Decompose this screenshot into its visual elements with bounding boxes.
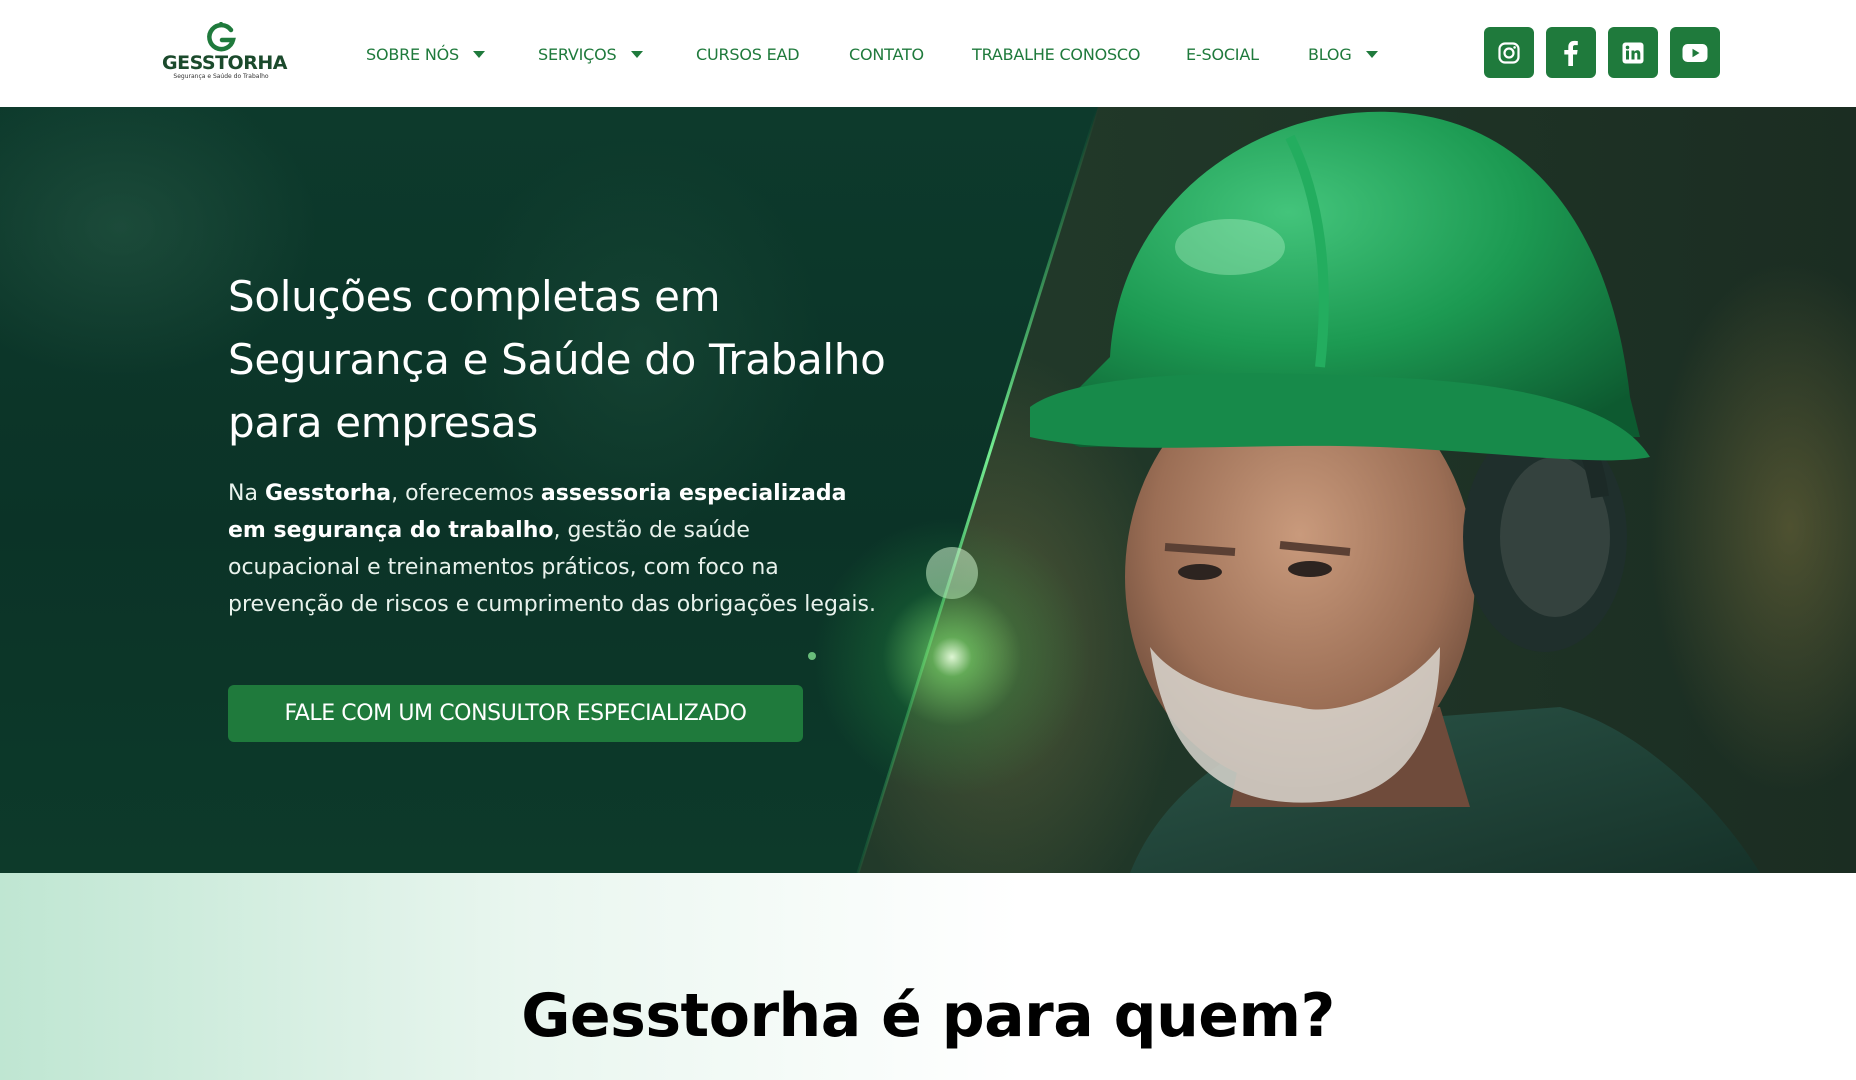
hero-title-line-3: para empresas [228, 398, 538, 447]
caret-down-icon [472, 50, 485, 58]
nav-label: SOBRE NÓS [366, 44, 459, 64]
instagram-button[interactable] [1484, 27, 1534, 78]
hero-title-line-1: Soluções completas em [228, 272, 721, 321]
nav-label: CONTATO [849, 44, 924, 64]
youtube-button[interactable] [1670, 27, 1720, 78]
facebook-icon [1564, 40, 1578, 66]
audience-section: Gesstorha é para quem? [0, 873, 1856, 1080]
audience-heading-brand: Gesstorha [521, 981, 861, 1051]
caret-down-icon [630, 50, 643, 58]
hero-text-brand: Gesstorha [264, 481, 392, 506]
caret-down-icon [1365, 50, 1378, 58]
nav-label: TRABALHE CONOSCO [972, 44, 1141, 64]
nav-item-cursos-ead[interactable]: CURSOS EAD [696, 40, 800, 68]
facebook-button[interactable] [1546, 27, 1596, 78]
nav-label: CURSOS EAD [696, 44, 800, 64]
audience-heading-rest: é para quem? [860, 981, 1335, 1051]
nav-item-blog[interactable]: BLOG [1308, 40, 1378, 68]
audience-heading: Gesstorha é para quem? [0, 981, 1856, 1051]
logo-tagline: Segurança e Saúde do Trabalho [173, 73, 269, 80]
nav-item-sobre-nos[interactable]: SOBRE NÓS [366, 40, 485, 68]
contact-consultant-button[interactable]: FALE COM UM CONSULTOR ESPECIALIZADO [228, 685, 803, 742]
linkedin-icon [1622, 42, 1644, 63]
gesstorha-logo[interactable]: GESSTORHA Segurança e Saúde do Trabalho [162, 22, 287, 82]
nav-item-trabalhe-conosco[interactable]: TRABALHE CONOSCO [972, 40, 1141, 68]
nav-label: SERVIÇOS [538, 44, 617, 64]
hero-title-line-2: Segurança e Saúde do Trabalho [228, 335, 886, 384]
site-header: GESSTORHA Segurança e Saúde do Trabalho … [0, 0, 1856, 107]
youtube-icon [1682, 43, 1708, 62]
hero-section: Soluções completas em Segurança e Saúde … [0, 107, 1856, 873]
linkedin-button[interactable] [1608, 27, 1658, 78]
instagram-icon [1498, 41, 1520, 64]
nav-label: E-SOCIAL [1186, 44, 1259, 64]
logo-name: GESSTORHA [162, 52, 287, 74]
nav-label: BLOG [1308, 44, 1352, 64]
hero-description: Na Gesstorha, oferecemos assessoria espe… [228, 475, 888, 623]
hero-text-part: , oferecemos [391, 481, 541, 506]
hero-title: Soluções completas em Segurança e Saúde … [228, 265, 928, 454]
logo-g-icon [207, 22, 236, 52]
hero-text-part: Na [228, 481, 265, 506]
nav-item-contato[interactable]: CONTATO [849, 40, 924, 68]
nav-item-e-social[interactable]: E-SOCIAL [1186, 40, 1259, 68]
nav-item-servicos[interactable]: SERVIÇOS [538, 40, 643, 68]
